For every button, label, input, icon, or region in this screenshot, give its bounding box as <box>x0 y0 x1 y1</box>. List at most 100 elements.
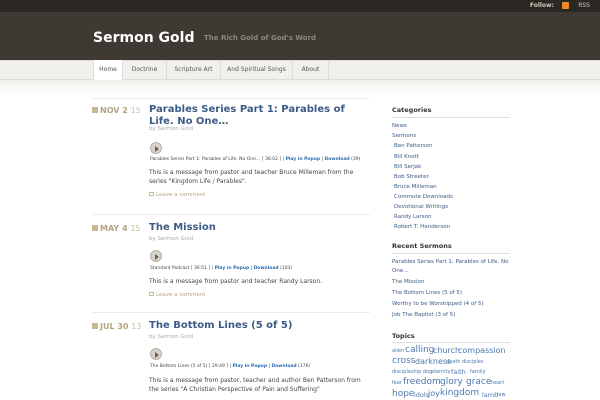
recent-sermon-link[interactable]: Parables Series Part 1: Parables of Life… <box>392 259 508 265</box>
nav-spiritual-songs[interactable]: And Spiritual Songs <box>221 60 293 80</box>
post-month: JUL 30 <box>100 322 129 331</box>
follow-label: Follow: <box>529 2 554 9</box>
play-icon[interactable] <box>150 348 162 360</box>
download-count: (176) <box>298 364 311 369</box>
post-byline: by Sermon Gold <box>149 126 194 132</box>
topic-tag[interactable]: freedom <box>403 377 441 387</box>
recent-sermon-link[interactable]: The Mission <box>392 279 424 285</box>
post-excerpt: This is a message from pastor, teacher a… <box>149 377 361 393</box>
post-day: 15 <box>130 224 141 233</box>
play-popup-link[interactable]: Play in Popup <box>215 266 250 271</box>
subcategory-link[interactable]: Ben Patterson <box>394 143 433 149</box>
post-divider <box>92 312 370 313</box>
play-icon[interactable] <box>150 250 162 262</box>
rss-icon[interactable] <box>562 2 569 9</box>
post-title[interactable]: The Mission <box>149 222 371 234</box>
topic-tag[interactable]: glory <box>440 377 463 387</box>
subcategory-link[interactable]: Bruce Milleman <box>394 184 437 190</box>
site-tagline: The Rich Gold of God's Word <box>204 34 317 42</box>
calendar-icon <box>92 323 98 329</box>
play-popup-link[interactable]: Play in Popup <box>233 364 268 369</box>
subcategory-link[interactable]: Robert T. Henderson <box>394 224 450 230</box>
topic-tag[interactable]: church <box>433 346 460 355</box>
nav-about[interactable]: About <box>293 60 329 80</box>
leave-comment[interactable]: Leave a comment <box>149 192 205 198</box>
download-link[interactable]: Download <box>325 157 350 162</box>
topic-tag[interactable]: compassion <box>458 346 506 355</box>
post-day: 13 <box>131 322 142 331</box>
post-date: MAY 4 15 <box>92 224 141 233</box>
calendar-icon <box>92 107 98 113</box>
download-count: (39) <box>351 157 361 162</box>
topics-heading: Topics <box>392 332 415 340</box>
topic-tag[interactable]: heart <box>491 380 504 386</box>
topic-tag[interactable]: idols <box>414 391 429 399</box>
player-info: The Bottom Lines (5 of 5) [ 29:49 ] | Pl… <box>150 364 311 369</box>
topic-tag[interactable]: discipleship <box>392 369 421 375</box>
post-divider <box>92 98 370 99</box>
post-divider <box>92 214 370 215</box>
player-title: Standard Podcast [ 36:51 ] <box>150 266 211 271</box>
recent-sermon-link[interactable]: Job The Baptist (3 of 5) <box>392 312 455 318</box>
topic-tag[interactable]: faith <box>451 368 466 376</box>
nav-home[interactable]: Home <box>93 60 123 80</box>
nav-doctrine[interactable]: Doctrine <box>123 60 167 80</box>
subcategory-link[interactable]: Devotional Writings <box>394 204 448 210</box>
subcategory-link[interactable]: Bill Knott <box>394 154 419 160</box>
subcategory-link[interactable]: Bob Streeter <box>394 174 429 180</box>
leave-comment[interactable]: Leave a comment <box>149 292 205 298</box>
play-icon[interactable] <box>150 142 162 154</box>
post-day: 15 <box>130 106 141 115</box>
rss-link[interactable]: RSS <box>578 2 590 9</box>
sidebar-divider <box>392 342 510 343</box>
download-link[interactable]: Download <box>271 364 296 369</box>
sidebar-divider <box>392 117 510 118</box>
header-shadow <box>0 80 600 94</box>
post-excerpt: This is a message from pastor and teache… <box>149 278 323 285</box>
topic-tag[interactable]: joy <box>428 389 440 398</box>
topic-tag[interactable]: family <box>470 369 485 375</box>
post-byline: by Sermon Gold <box>149 334 194 340</box>
play-popup-link[interactable]: Play in Popup <box>286 157 321 162</box>
subcategory-link[interactable]: Randy Larson <box>394 214 431 220</box>
topic-tag[interactable]: grace <box>466 377 491 387</box>
download-count: (103) <box>280 266 293 271</box>
site-title[interactable]: Sermon Gold <box>93 30 194 46</box>
recent-sermon-link[interactable]: One… <box>392 268 409 274</box>
topic-tag[interactable]: cross <box>392 356 415 366</box>
calendar-icon <box>92 225 98 231</box>
download-link[interactable]: Download <box>254 266 279 271</box>
post-byline: by Sermon Gold <box>149 236 194 242</box>
topic-tag[interactable]: death <box>446 359 460 365</box>
topic-tag[interactable]: kingdom <box>440 388 479 398</box>
comment-icon <box>149 192 154 196</box>
recent-sermons-heading: Recent Sermons <box>392 242 452 250</box>
leave-comment-label[interactable]: Leave a comment <box>156 292 205 298</box>
topic-tag[interactable]: law <box>497 392 506 398</box>
topic-tag[interactable]: hope <box>392 389 414 399</box>
topic-tag[interactable]: calling <box>405 345 434 355</box>
topic-tag[interactable]: disciples <box>462 359 484 365</box>
top-bar <box>0 0 600 12</box>
post-date: NOV 2 15 <box>92 106 141 115</box>
recent-sermon-link[interactable]: The Bottom Lines (5 of 5) <box>392 290 462 296</box>
category-link[interactable]: News <box>392 123 407 129</box>
post-title[interactable]: Parables Series Part 1: Parables of Life… <box>149 104 371 128</box>
topic-tag[interactable]: lamb <box>482 391 498 399</box>
subcategory-link[interactable]: Commute Downloads <box>394 194 453 200</box>
post-date: JUL 30 13 <box>92 322 141 331</box>
recent-sermon-link[interactable]: Worthy to be Worshipped (4 of 5) <box>392 301 484 307</box>
categories-heading: Categories <box>392 106 432 114</box>
category-link[interactable]: Sermons <box>392 133 416 139</box>
post-month: NOV 2 <box>100 106 128 115</box>
leave-comment-label[interactable]: Leave a comment <box>156 192 205 198</box>
topic-tag[interactable]: alien <box>392 348 404 354</box>
player-info: Standard Podcast [ 36:51 ] | Play in Pop… <box>150 266 293 271</box>
nav-scripture-art[interactable]: Scripture Art <box>167 60 221 80</box>
topic-tag[interactable]: fear <box>392 380 402 386</box>
comment-icon <box>149 292 154 296</box>
post-title[interactable]: The Bottom Lines (5 of 5) <box>149 320 371 332</box>
topic-tag[interactable]: eternity <box>431 369 451 375</box>
subcategory-link[interactable]: Bill Serjak <box>394 164 421 170</box>
post-excerpt: This is a message from pastor and teache… <box>149 169 354 185</box>
